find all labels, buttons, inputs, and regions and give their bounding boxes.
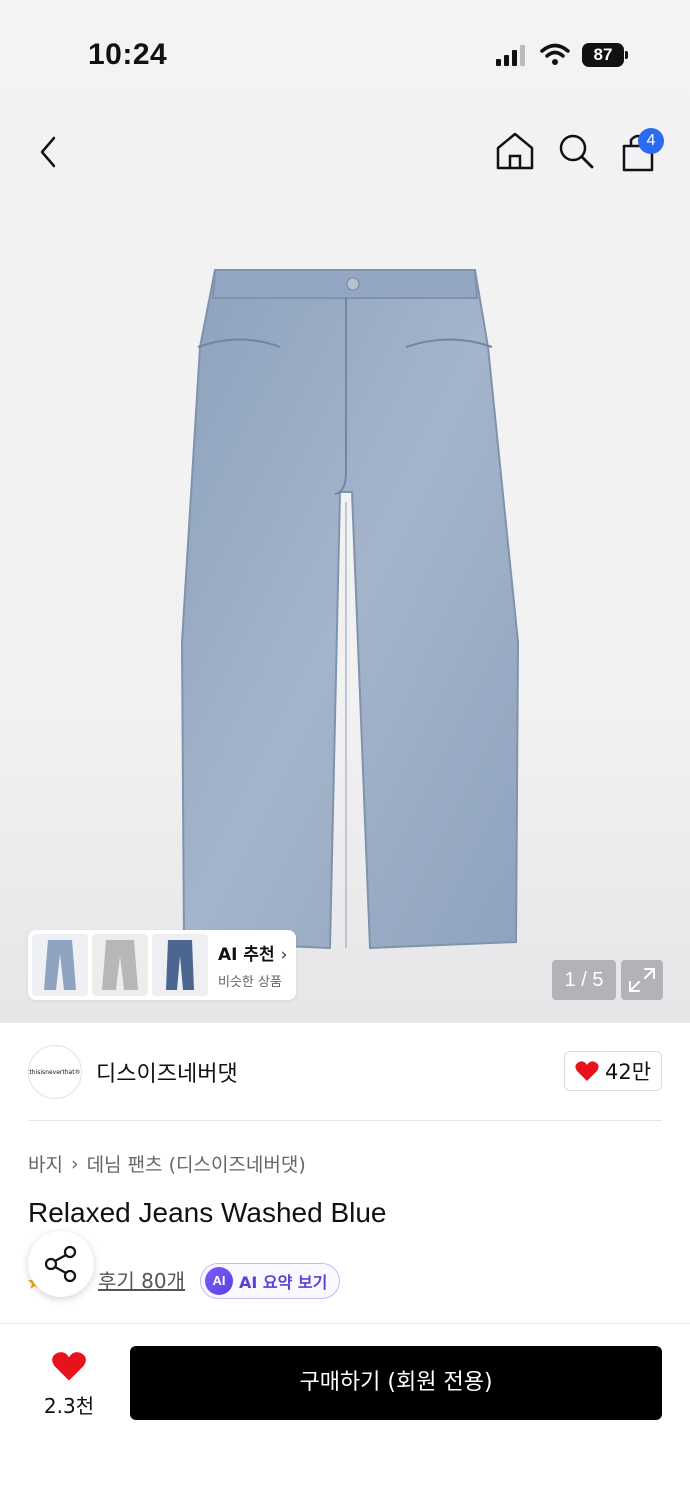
- ai-badge: AI: [205, 1267, 233, 1295]
- heart-icon: [575, 1061, 599, 1081]
- search-icon: [559, 134, 594, 169]
- jeans-thumbnail-icon: [166, 940, 194, 990]
- ai-recommend-subtitle: 비슷한 상품: [218, 975, 282, 990]
- cart-button[interactable]: 4: [618, 128, 664, 172]
- battery-indicator: 87: [582, 43, 628, 67]
- bottom-bar-divider: [0, 1323, 690, 1324]
- battery-cap: [625, 51, 628, 59]
- brand-logo[interactable]: thisisneverthat®: [28, 1045, 82, 1099]
- chevron-right-icon: ›: [70, 1152, 79, 1175]
- share-button[interactable]: [28, 1231, 94, 1297]
- ai-recommend-text: AI 추천 › 비슷한 상품: [218, 940, 287, 990]
- wifi-icon: [540, 43, 570, 65]
- wishlist-button[interactable]: 2.3천: [36, 1348, 102, 1418]
- wishlist-count: 2.3천: [43, 1394, 95, 1418]
- buy-button[interactable]: 구매하기 (회원 전용): [130, 1346, 662, 1420]
- chevron-left-icon: [40, 136, 56, 168]
- back-button[interactable]: [30, 130, 70, 174]
- ai-summary-button[interactable]: AI AI 요약 보기: [200, 1263, 340, 1299]
- recommend-thumbnail-2[interactable]: [92, 934, 148, 996]
- breadcrumb-subcategory[interactable]: 데님 팬츠 (디스이즈네버댓): [87, 1150, 306, 1177]
- share-icon: [44, 1245, 77, 1283]
- section-divider: [28, 1120, 662, 1121]
- product-image-jeans: [180, 269, 520, 950]
- status-time: 10:24: [88, 38, 168, 71]
- recommend-thumbnail-3[interactable]: [152, 934, 208, 996]
- heart-icon: [52, 1352, 86, 1381]
- battery-level: 87: [582, 43, 624, 67]
- home-icon: [496, 132, 534, 170]
- image-page-indicator: 1 / 5: [552, 960, 616, 1000]
- brand-name[interactable]: 디스이즈네버댓: [96, 1056, 238, 1088]
- ai-recommend-card[interactable]: AI 추천 › 비슷한 상품: [28, 930, 296, 1000]
- chevron-right-icon: ›: [280, 945, 288, 965]
- jeans-thumbnail-icon: [102, 940, 138, 990]
- cart-count-badge: 4: [638, 128, 664, 154]
- brand-like-count: 42만: [604, 1060, 652, 1084]
- expand-icon: [629, 968, 655, 992]
- expand-image-button[interactable]: [621, 960, 663, 1000]
- ai-recommend-title: AI 추천: [218, 945, 275, 965]
- search-button[interactable]: [556, 130, 596, 172]
- review-link[interactable]: 후기 80개: [98, 1265, 185, 1294]
- cellular-signal-icon: [496, 45, 525, 66]
- recommend-thumbnail-1[interactable]: [32, 934, 88, 996]
- brand-like-button[interactable]: 42만: [564, 1051, 662, 1091]
- ai-summary-label: AI 요약 보기: [239, 1273, 328, 1292]
- breadcrumb-category[interactable]: 바지: [28, 1150, 63, 1177]
- home-button[interactable]: [494, 130, 536, 172]
- jeans-thumbnail-icon: [44, 940, 76, 990]
- breadcrumb: 바지 › 데님 팬츠 (디스이즈네버댓): [28, 1150, 306, 1177]
- product-title: Relaxed Jeans Washed Blue: [28, 1197, 387, 1228]
